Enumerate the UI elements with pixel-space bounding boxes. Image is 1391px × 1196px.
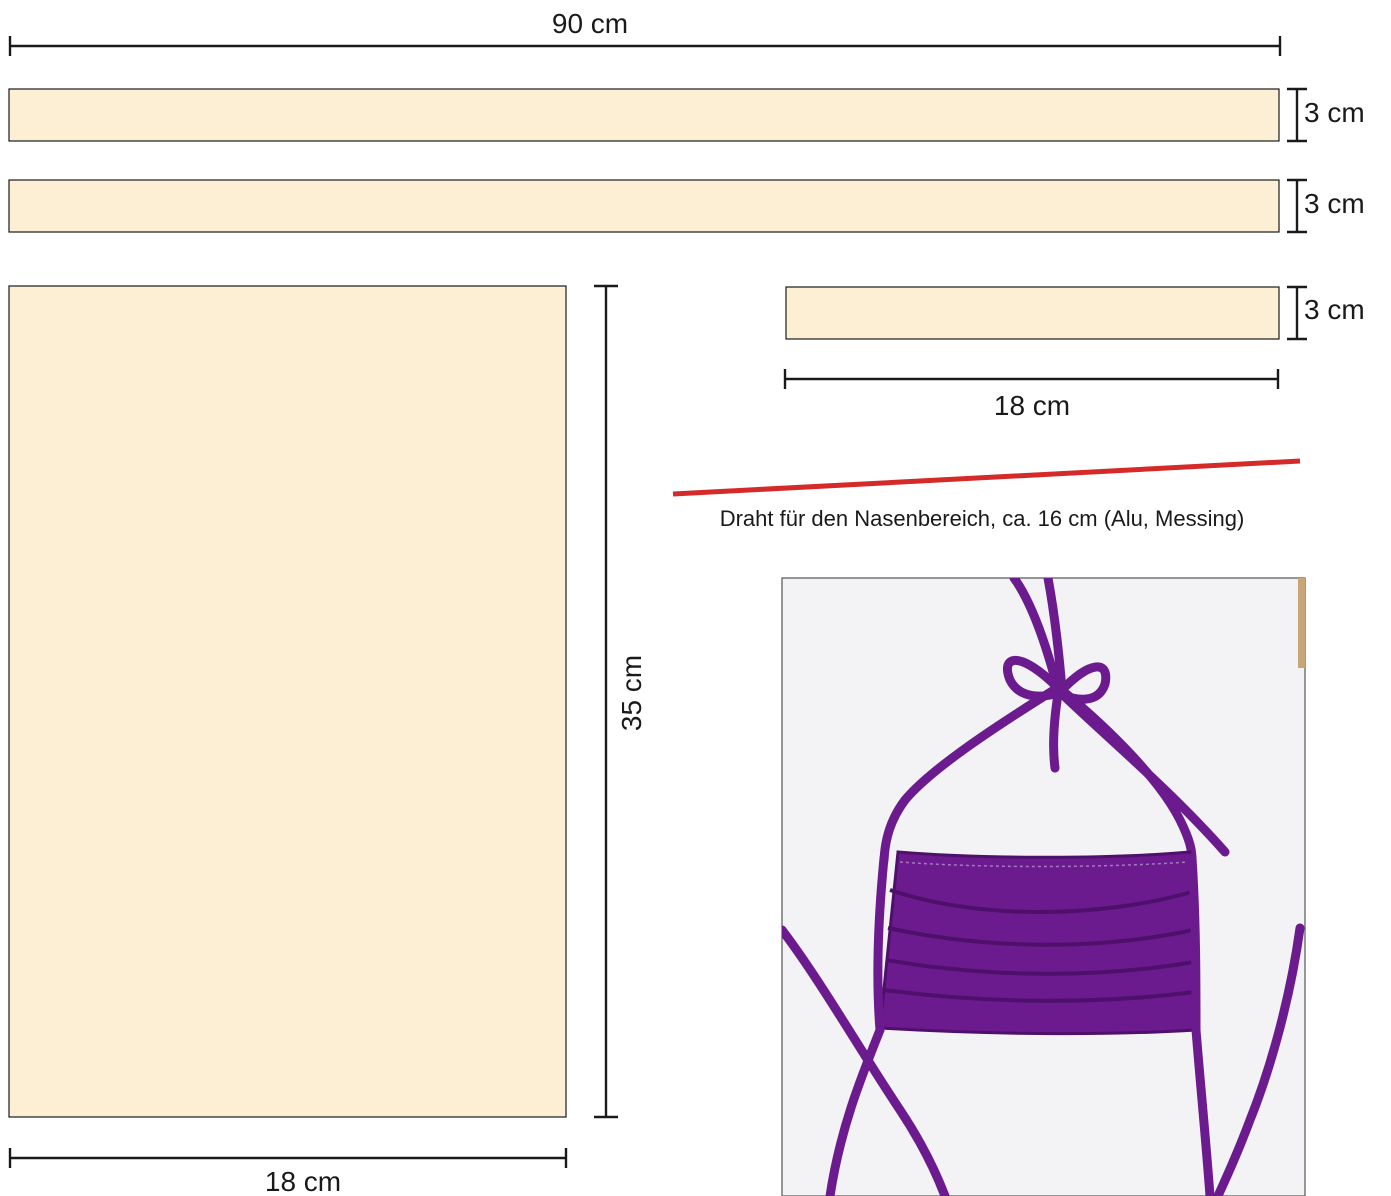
main-piece-width-dimension: 18 cm: [8, 1148, 568, 1196]
main-piece-height-dimension: 35 cm: [594, 284, 647, 1119]
long-strip-2: [8, 179, 1280, 233]
nose-wire: [672, 458, 1301, 497]
strip-width-dimension-2: 3 cm: [1287, 178, 1365, 234]
strip-width-label-3: 3 cm: [1304, 294, 1365, 325]
main-mask-piece: [8, 285, 567, 1118]
long-strip-1: [8, 88, 1280, 142]
short-strip-length-label: 18 cm: [994, 390, 1070, 421]
nose-wire-caption: Draht für den Nasenbereich, ca. 16 cm (A…: [720, 506, 1245, 531]
short-strip: [785, 286, 1280, 340]
strip-width-dimension-1: 3 cm: [1287, 87, 1365, 143]
short-strip-length-dimension: 18 cm: [783, 369, 1280, 421]
strip-width-label-1: 3 cm: [1304, 97, 1365, 128]
main-piece-width-label: 18 cm: [265, 1166, 341, 1196]
main-piece-height-label: 35 cm: [616, 655, 647, 731]
long-strip-length-dimension: 90 cm: [8, 8, 1282, 56]
long-strip-length-label: 90 cm: [552, 8, 628, 39]
sewing-pattern-diagram: 90 cm 3 cm 3 cm 35 cm 18 cm 3 cm 18 cm D…: [8, 8, 1365, 1196]
strip-width-label-2: 3 cm: [1304, 188, 1365, 219]
finished-mask-photo: [781, 577, 1306, 1196]
strip-width-dimension-3: 3 cm: [1287, 285, 1365, 341]
